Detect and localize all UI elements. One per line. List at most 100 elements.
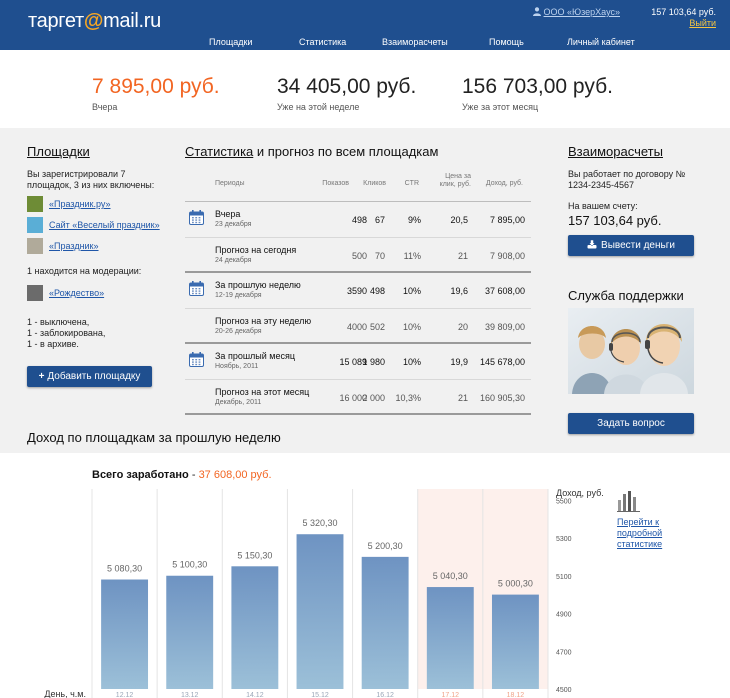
cell-income: 37 608,00 <box>484 286 525 296</box>
withdraw-button[interactable]: Вывести деньги <box>568 235 694 256</box>
period-name: Прогноз на эту неделю <box>215 315 312 326</box>
site-link[interactable]: «Праздник» <box>49 241 99 251</box>
site-item[interactable]: Сайт «Веселый праздник» <box>27 217 177 233</box>
cell-shows: 4000 <box>346 321 367 332</box>
cell-price: 19,9 <box>450 357 468 367</box>
chart-x-tick-label: 12.12 <box>116 692 134 698</box>
logo[interactable]: таргет@mail.ru <box>28 10 161 33</box>
stats-table: Периоды Показов Кликов CTR Цена за клик,… <box>185 164 531 415</box>
site-color-swatch <box>27 285 43 301</box>
chart-y-tick-label: 4900 <box>556 612 572 619</box>
col-header-period: Периоды <box>215 180 245 187</box>
chart-y-tick-label: 5100 <box>556 574 572 581</box>
chart-x-tick-label: 18.12 <box>507 692 525 698</box>
chart-bar-value-label: 5 200,30 <box>368 541 403 551</box>
chart-x-axis-label: День, ч.м. <box>44 689 86 698</box>
calendar-icon <box>189 210 204 225</box>
detailed-stats-link[interactable]: Перейти к подробной статистике <box>617 517 677 550</box>
plus-icon: + <box>38 371 45 382</box>
download-icon <box>587 239 597 249</box>
cell-income: 7 908,00 <box>489 250 525 261</box>
site-link[interactable]: «Рождество» <box>49 288 104 298</box>
chart-bar-value-label: 5 100,30 <box>172 560 207 570</box>
cell-price: 20,5 <box>450 215 468 225</box>
income-chart: Всего заработано - 37 608,00 руб. 5 080,… <box>0 453 730 698</box>
cell-ctr: 9% <box>407 215 421 225</box>
support-operators-image <box>568 308 694 394</box>
company-name: ООО «ЮзерХаус» <box>543 7 620 17</box>
stats-title-rest: и прогноз по всем площадкам <box>253 144 439 159</box>
settlements-title-link[interactable]: Взаиморасчеты <box>568 144 663 159</box>
stats-row: Прогноз на эту неделю 20-26 декабря 4000 50… <box>185 309 531 344</box>
col-header-income: Доход, руб. <box>485 180 523 187</box>
cell-clicks: 67 <box>374 215 385 225</box>
sites-list: «Праздник.ру» Сайт «Веселый праздник» «П… <box>27 196 177 254</box>
cell-price: 19,6 <box>450 286 468 296</box>
nav-sites[interactable]: Площадки <box>209 37 252 47</box>
site-item[interactable]: «Праздник.ру» <box>27 196 177 212</box>
status-line: 1 - заблокирована, <box>27 328 106 338</box>
cell-shows: 3590 <box>346 286 367 296</box>
chart-y-axis-label: Доход, руб. <box>556 488 604 498</box>
nav-settlements[interactable]: Взаиморасчеты <box>382 37 448 47</box>
ask-question-button[interactable]: Задать вопрос <box>568 413 694 434</box>
contract-text: Вы работает по договору № 1234-2345-4567 <box>568 169 686 190</box>
cell-clicks: 498 <box>369 286 385 296</box>
cell-shows: 500 <box>351 250 367 261</box>
nav-help[interactable]: Помощь <box>489 37 524 47</box>
logo-prefix: таргет <box>28 10 84 32</box>
calendar-icon <box>189 352 204 367</box>
cell-shows: 498 <box>351 215 367 225</box>
site-link[interactable]: «Праздник.ру» <box>49 199 111 209</box>
nav-cabinet[interactable]: Личный кабинет <box>567 37 635 47</box>
add-site-button[interactable]: + Добавить площадку <box>27 366 152 387</box>
cell-income: 160 905,30 <box>479 392 525 403</box>
cell-ctr: 10% <box>402 286 421 296</box>
support-title: Служба поддержки <box>568 288 684 303</box>
chart-x-tick-label: 14.12 <box>246 692 264 698</box>
site-item-moderation[interactable]: «Рождество» <box>27 285 177 301</box>
sites-panel: Площадки Вы зарегистрировали 7 площадок,… <box>27 144 177 387</box>
stats-row: Прогноз на сегодня 24 декабря 500 70 11% 21 7 … <box>185 238 531 273</box>
chart-bar <box>491 594 539 689</box>
summary-value: 7 895,00 руб. <box>92 75 220 98</box>
logo-suffix: mail.ru <box>103 10 161 32</box>
site-link[interactable]: Сайт «Веселый праздник» <box>49 220 160 230</box>
sites-title-link[interactable]: Площадки <box>27 144 90 159</box>
bar-chart-icon[interactable] <box>617 490 641 512</box>
account-balance: 157 103,64 руб. <box>568 213 662 228</box>
chart-bar-value-label: 5 000,30 <box>498 579 533 589</box>
period-name: За прошлую неделю <box>215 280 301 290</box>
logout-link[interactable]: Выйти <box>651 18 716 28</box>
user-icon <box>532 7 541 16</box>
period-date: Ноябрь, 2011 <box>215 363 259 370</box>
sites-title[interactable]: Площадки <box>27 144 177 159</box>
stats-panel: Статистика и прогноз по всем площадкам П… <box>185 144 531 415</box>
cell-ctr: 10% <box>402 357 421 367</box>
chart-y-tick-label: 4500 <box>556 687 572 694</box>
account-area: ООО «ЮзерХаус» 157 103,64 руб. Выйти <box>532 7 716 28</box>
chart-bar-value-label: 5 320,30 <box>302 518 337 528</box>
nav-statistics[interactable]: Статистика <box>299 37 346 47</box>
main-nav: Площадки Статистика Взаиморасчеты Помощь… <box>0 37 730 50</box>
chart-bar <box>166 575 214 689</box>
cell-income: 7 895,00 <box>489 215 525 225</box>
add-site-label: Добавить площадку <box>47 371 141 382</box>
site-item[interactable]: «Праздник» <box>27 238 177 254</box>
chart-bar-value-label: 5 040,30 <box>433 571 468 581</box>
summary-yesterday: 7 895,00 руб. Вчера <box>92 75 220 112</box>
company-link[interactable]: ООО «ЮзерХаус» <box>532 7 620 17</box>
cell-clicks: 1 980 <box>362 357 385 367</box>
calendar-icon <box>189 281 204 296</box>
chart-x-tick-label: 15.12 <box>311 692 329 698</box>
chart-bar-value-label: 5 080,30 <box>107 564 142 574</box>
chart-bar <box>101 579 149 689</box>
stats-row: За прошлую неделю 12-19 декабря 3590 498 10%… <box>185 273 531 309</box>
stats-title-link[interactable]: Статистика <box>185 144 253 159</box>
summary-value: 34 405,00 руб. <box>277 75 417 98</box>
period-date: 24 декабря <box>215 256 252 264</box>
summary-label: Уже за этот месяц <box>462 102 539 112</box>
settlements-title[interactable]: Взаиморасчеты <box>568 144 718 159</box>
period-name: Прогноз на этот месяц <box>215 386 310 397</box>
col-header-price: Цена за клик, руб. <box>439 173 471 188</box>
